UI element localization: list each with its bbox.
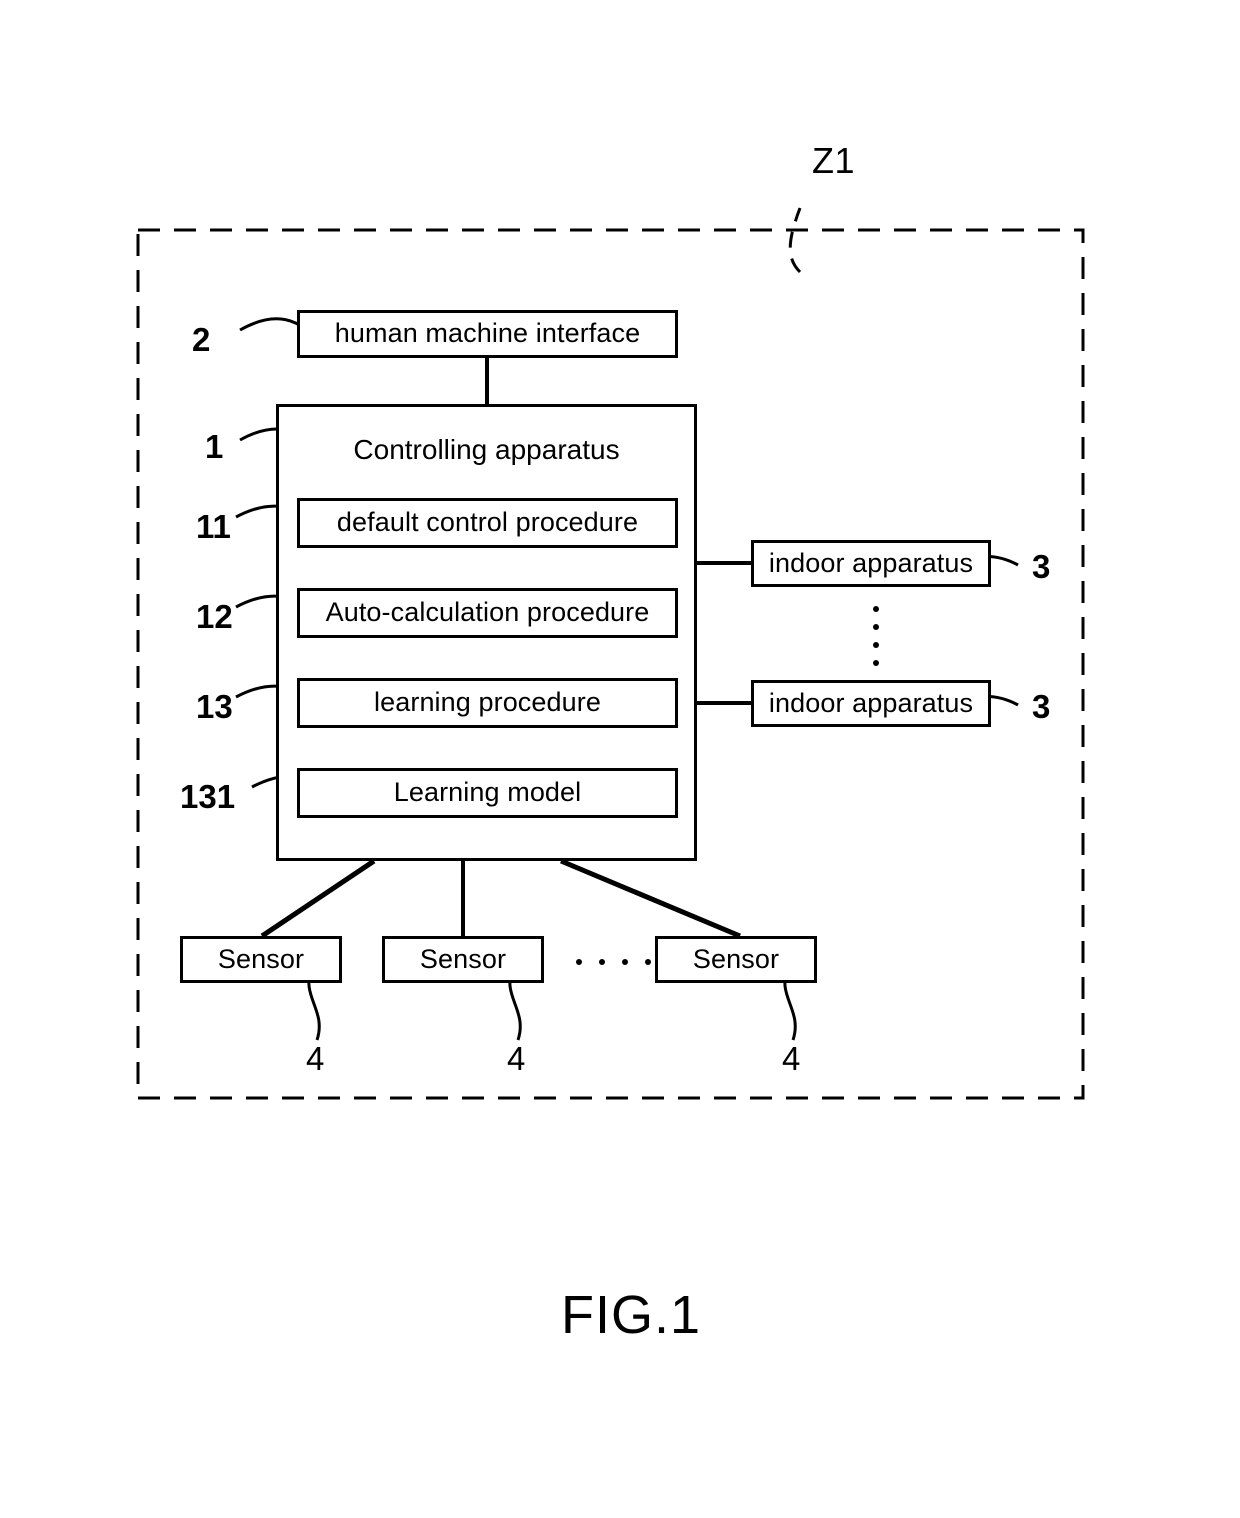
node-label-sensor-3: Sensor xyxy=(692,943,780,974)
node-default-control-procedure[interactable]: default control procedure xyxy=(297,498,678,548)
node-learning-procedure[interactable]: learning procedure xyxy=(297,678,678,728)
connector-controller-to-sensor-3 xyxy=(560,858,741,939)
node-label-indoor-apparatus-top: indoor apparatus xyxy=(768,547,974,578)
node-label-controlling-apparatus: Controlling apparatus xyxy=(353,434,620,465)
node-label-default-control-procedure: default control procedure xyxy=(336,507,639,538)
system-boundary-label: Z1 xyxy=(812,140,856,181)
z1-leader-line xyxy=(788,207,802,274)
node-label-learning-procedure: learning procedure xyxy=(374,687,601,718)
ref-number-11: 11 xyxy=(196,508,231,545)
node-indoor-apparatus-bottom[interactable]: indoor apparatus xyxy=(751,680,991,727)
ref-number-13: 13 xyxy=(196,688,233,725)
node-learning-model[interactable]: Learning model xyxy=(297,768,678,818)
node-sensor-3[interactable]: Sensor xyxy=(655,936,817,983)
node-label-indoor-apparatus-bottom: indoor apparatus xyxy=(768,687,974,718)
ref-number-4-sensor-2: 4 xyxy=(507,1040,526,1077)
ref-number-131: 131 xyxy=(180,778,236,815)
ref-number-12: 12 xyxy=(196,598,233,635)
ref-number-3-bottom: 3 xyxy=(1032,688,1051,725)
node-label-learning-model: Learning model xyxy=(393,777,582,808)
ref-number-3-top: 3 xyxy=(1032,548,1051,585)
node-label-human-machine-interface: human machine interface xyxy=(334,318,641,349)
node-label-auto-calculation-procedure: Auto-calculation procedure xyxy=(325,597,650,628)
patent-figure: Z1 human machine interface 2 Controlling… xyxy=(0,0,1240,1518)
ref-number-2: 2 xyxy=(192,321,211,358)
node-auto-calculation-procedure[interactable]: Auto-calculation procedure xyxy=(297,588,678,638)
node-indoor-apparatus-top[interactable]: indoor apparatus xyxy=(751,540,991,587)
figure-caption: FIG.1 xyxy=(561,1285,702,1345)
node-sensor-2[interactable]: Sensor xyxy=(382,936,544,983)
ref-number-1: 1 xyxy=(205,428,224,465)
ref-number-4-sensor-1: 4 xyxy=(306,1040,325,1077)
node-label-sensor-2: Sensor xyxy=(419,943,507,974)
node-sensor-1[interactable]: Sensor xyxy=(180,936,342,983)
node-label-sensor-1: Sensor xyxy=(217,943,305,974)
connector-controller-to-sensor-1 xyxy=(260,858,376,939)
node-human-machine-interface[interactable]: human machine interface xyxy=(297,310,678,358)
ref-number-4-sensor-3: 4 xyxy=(782,1040,801,1077)
